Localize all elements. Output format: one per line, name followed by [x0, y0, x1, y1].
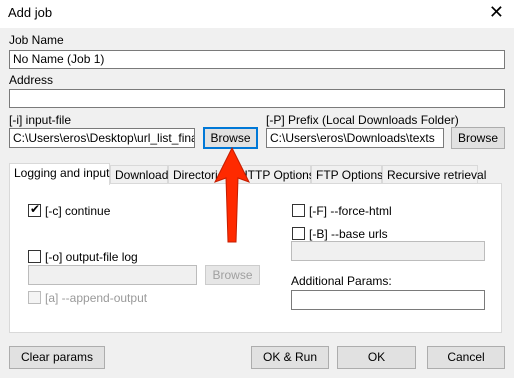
input-file-field[interactable]: C:\Users\eros\Desktop\url_list_final.txt	[9, 128, 195, 148]
input-file-label: [-i] input-file	[9, 113, 72, 127]
output-log-input[interactable]	[28, 265, 197, 285]
window-title: Add job	[8, 5, 53, 20]
ok-and-run-button[interactable]: OK & Run	[251, 346, 329, 369]
prefix-label: [-P] Prefix (Local Downloads Folder)	[266, 113, 459, 127]
address-input[interactable]	[9, 89, 505, 108]
force-html-checkbox[interactable]	[292, 204, 305, 217]
tab-ftp-options[interactable]: FTP Options	[311, 165, 383, 184]
title-bar: Add job ✕	[0, 0, 514, 28]
add-job-dialog: Add job ✕ Job Name No Name (Job 1) Addre…	[0, 0, 514, 378]
prefix-browse-button[interactable]: Browse	[451, 127, 505, 149]
tab-logging-and-input[interactable]: Logging and input	[9, 163, 110, 185]
ok-button[interactable]: OK	[337, 346, 416, 369]
job-name-label: Job Name	[9, 33, 64, 47]
cancel-button[interactable]: Cancel	[427, 346, 505, 369]
output-log-checkbox[interactable]	[28, 250, 41, 263]
output-log-browse-button[interactable]: Browse	[205, 265, 260, 285]
append-output-label: [a] --append-output	[45, 291, 148, 305]
close-icon[interactable]: ✕	[489, 3, 504, 21]
clear-params-button[interactable]: Clear params	[9, 346, 105, 369]
job-name-input[interactable]: No Name (Job 1)	[9, 50, 505, 69]
append-output-checkbox[interactable]	[28, 291, 41, 304]
tab-download[interactable]: Download	[110, 165, 168, 184]
additional-params-label: Additional Params:	[291, 274, 392, 288]
address-label: Address	[9, 73, 54, 87]
force-html-label: [-F] --force-html	[309, 204, 392, 218]
checkmark-icon: ✔	[30, 202, 41, 216]
arrow-up-icon	[213, 146, 251, 243]
continue-label: [-c] continue	[45, 204, 111, 218]
additional-params-input[interactable]	[291, 290, 485, 310]
continue-checkbox[interactable]: ✔	[28, 202, 41, 217]
base-urls-label: [-B] --base urls	[309, 227, 388, 241]
tab-recursive-retrieval[interactable]: Recursive retrieval	[382, 165, 486, 184]
output-log-label: [-o] output-file log	[45, 250, 138, 264]
prefix-field[interactable]: C:\Users\eros\Downloads\texts	[266, 128, 444, 148]
base-urls-input[interactable]	[291, 241, 485, 261]
base-urls-checkbox[interactable]	[292, 227, 305, 240]
